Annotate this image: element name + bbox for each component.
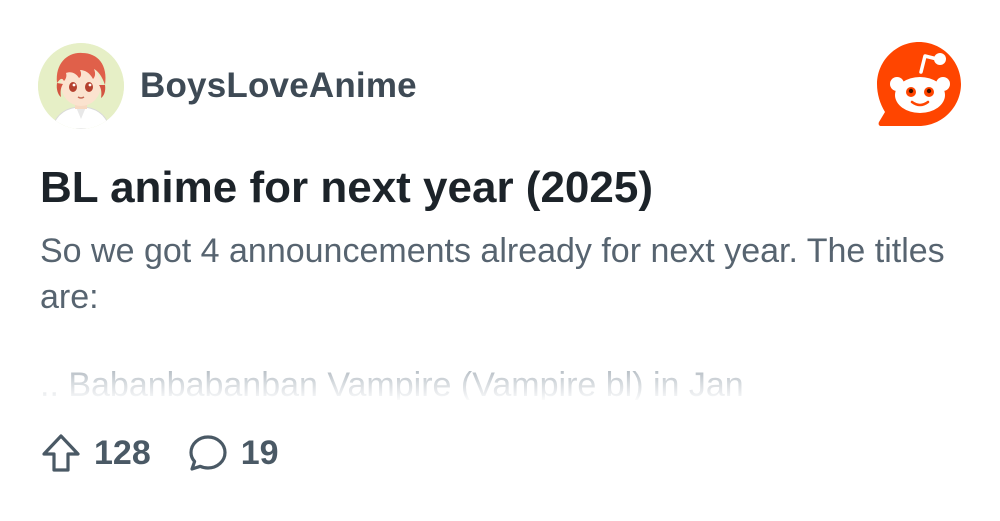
comment-bubble-icon: [189, 435, 227, 471]
upvote-button[interactable]: 128: [40, 432, 151, 474]
post-card[interactable]: BoysLoveAnime BL anime for next year (20…: [0, 0, 1000, 521]
post-actions: 128 19: [40, 432, 279, 474]
post-preview-line: .. Babanbabanban Vampire (Vampire bl) in…: [40, 362, 970, 400]
anime-avatar-icon: [38, 43, 124, 129]
post-title[interactable]: BL anime for next year (2025): [40, 160, 653, 216]
community-name[interactable]: BoysLoveAnime: [140, 66, 417, 106]
comments-button[interactable]: 19: [187, 432, 279, 474]
upvote-count: 128: [94, 433, 151, 472]
upvote-arrow-icon: [42, 434, 80, 472]
post-body: So we got 4 announcements already for ne…: [40, 232, 945, 316]
post-header: BoysLoveAnime: [38, 43, 417, 129]
comment-count: 19: [240, 433, 279, 472]
community-avatar[interactable]: [38, 43, 124, 129]
reddit-logo-icon[interactable]: [875, 40, 963, 128]
